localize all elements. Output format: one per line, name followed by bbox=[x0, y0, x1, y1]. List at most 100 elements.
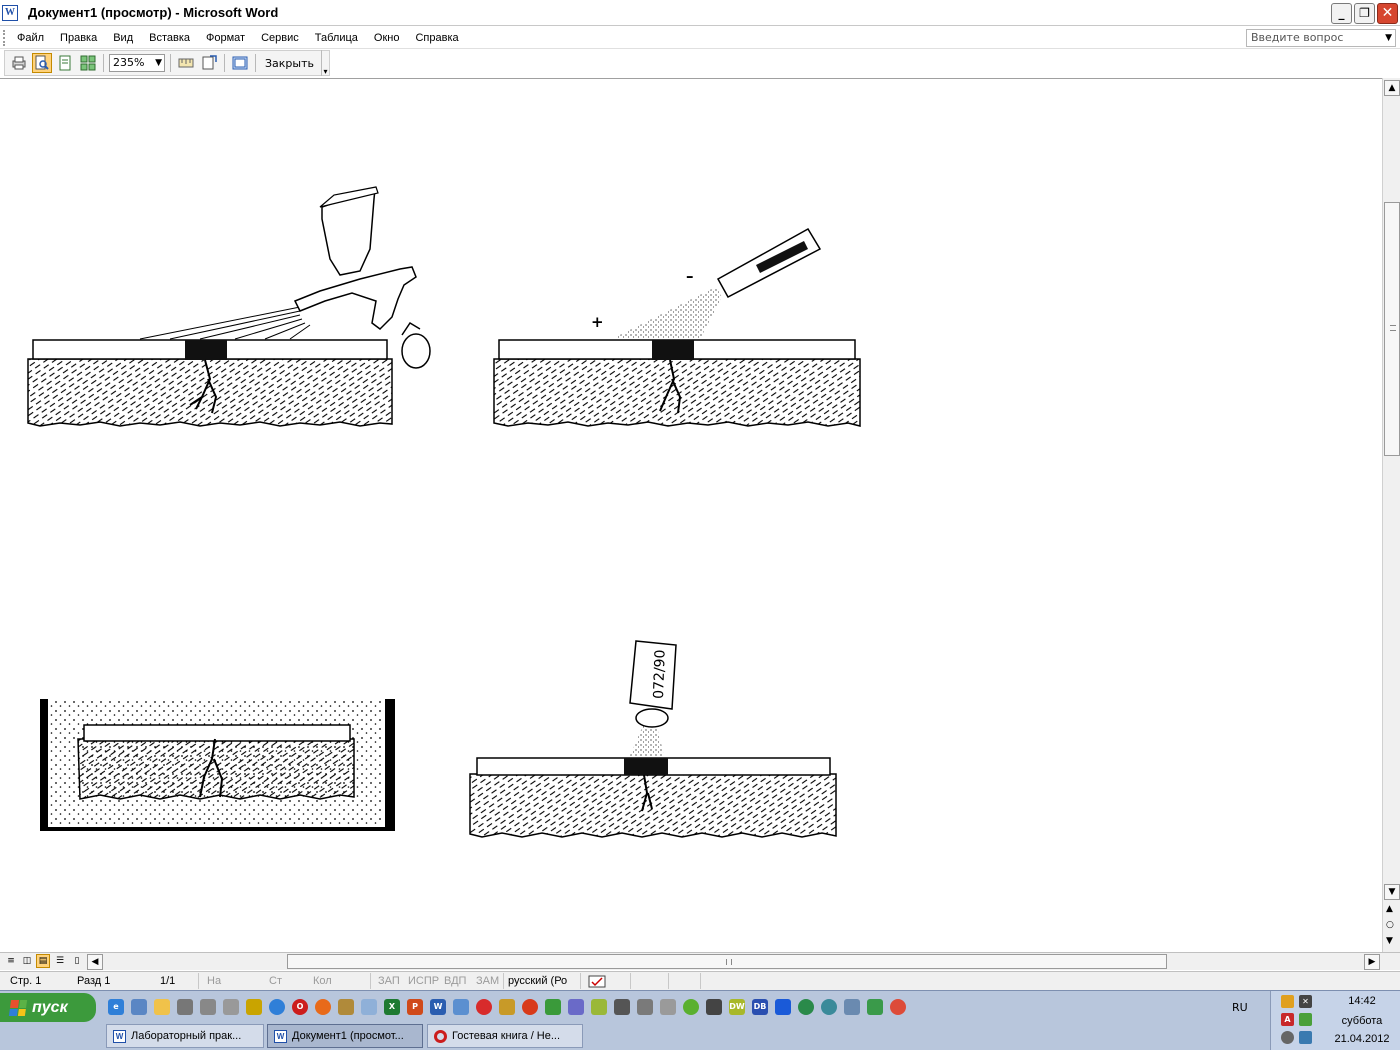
database-icon[interactable]: DB bbox=[752, 999, 768, 1015]
tray-volume-icon[interactable] bbox=[1281, 1031, 1294, 1044]
tray-app-icon[interactable] bbox=[1299, 1013, 1312, 1026]
vertical-scrollbar[interactable]: ▲ ▼ ▲ ○ ▼ bbox=[1382, 78, 1400, 952]
menu-file[interactable]: Файл bbox=[9, 32, 52, 44]
drive-icon[interactable] bbox=[223, 999, 239, 1015]
app-icon[interactable] bbox=[798, 999, 814, 1015]
tray-adobe-icon[interactable]: A bbox=[1281, 1013, 1294, 1026]
full-screen-button[interactable] bbox=[230, 53, 250, 73]
menu-insert[interactable]: Вставка bbox=[141, 32, 198, 44]
notepad-icon[interactable] bbox=[361, 999, 377, 1015]
toolbar-options-icon[interactable]: ▾ bbox=[321, 50, 329, 76]
status-overtype[interactable]: ЗАМ bbox=[476, 975, 499, 987]
app-icon[interactable] bbox=[683, 999, 699, 1015]
scroll-up-button[interactable]: ▲ bbox=[1384, 80, 1400, 96]
media-player-icon[interactable] bbox=[476, 999, 492, 1015]
menu-table[interactable]: Таблица bbox=[307, 32, 366, 44]
magnifier-button[interactable] bbox=[32, 53, 52, 73]
menu-view[interactable]: Вид bbox=[105, 32, 141, 44]
close-preview-button[interactable]: Закрыть bbox=[261, 57, 318, 70]
outline-view-icon[interactable]: ☰ bbox=[53, 954, 67, 968]
opera-icon[interactable] bbox=[522, 999, 538, 1015]
scroll-left-button[interactable]: ◀ bbox=[87, 954, 103, 970]
reading-view-icon[interactable]: ▯ bbox=[70, 954, 84, 968]
restore-button[interactable]: ❐ bbox=[1354, 3, 1375, 24]
computer-icon[interactable] bbox=[131, 999, 147, 1015]
scroll-right-button[interactable]: ▶ bbox=[1364, 954, 1380, 970]
drive-icon[interactable] bbox=[200, 999, 216, 1015]
start-button[interactable]: пуск bbox=[0, 993, 96, 1022]
globe-icon[interactable] bbox=[821, 999, 837, 1015]
chrome-icon[interactable] bbox=[890, 999, 906, 1015]
web-view-icon[interactable]: ◫ bbox=[20, 954, 34, 968]
tray-close-icon[interactable]: ✕ bbox=[1299, 995, 1312, 1008]
taskbar-button-lab[interactable]: W Лабораторный прак... bbox=[106, 1024, 264, 1048]
calculator-icon[interactable] bbox=[706, 999, 722, 1015]
powerpoint-icon[interactable]: P bbox=[407, 999, 423, 1015]
close-window-button[interactable]: ✕ bbox=[1377, 3, 1398, 24]
pen-icon[interactable] bbox=[660, 999, 676, 1015]
excel-icon[interactable]: X bbox=[384, 999, 400, 1015]
far-manager-icon[interactable] bbox=[246, 999, 262, 1015]
zoom-select[interactable]: 235% ▼ bbox=[109, 54, 165, 72]
dreamweaver-icon[interactable]: DW bbox=[729, 999, 745, 1015]
bolt-icon[interactable] bbox=[775, 999, 791, 1015]
menu-window[interactable]: Окно bbox=[366, 32, 408, 44]
previous-page-icon[interactable]: ▲ bbox=[1386, 904, 1393, 914]
one-page-button[interactable] bbox=[55, 53, 75, 73]
app-icon[interactable] bbox=[867, 999, 883, 1015]
horizontal-scroll-thumb[interactable] bbox=[287, 954, 1167, 969]
status-extend[interactable]: ВДП bbox=[444, 975, 466, 987]
language-indicator[interactable]: RU bbox=[1232, 1001, 1248, 1014]
word-icon[interactable]: W bbox=[430, 999, 446, 1015]
menu-edit[interactable]: Правка bbox=[52, 32, 105, 44]
document-area[interactable]: + – 072/90 bbox=[0, 78, 1382, 952]
folder-icon[interactable] bbox=[154, 999, 170, 1015]
taskbar-button-document1[interactable]: W Документ1 (просмот... bbox=[267, 1024, 423, 1048]
app-icon[interactable] bbox=[591, 999, 607, 1015]
next-page-icon[interactable]: ▼ bbox=[1386, 936, 1393, 946]
vertical-scroll-thumb[interactable] bbox=[1384, 202, 1400, 456]
screen: { "window": { "title": "Документ1 (просм… bbox=[0, 0, 1400, 1050]
ie-icon[interactable]: e bbox=[108, 999, 124, 1015]
view-ruler-button[interactable] bbox=[176, 53, 196, 73]
ruler-icon bbox=[178, 58, 194, 68]
window-icon[interactable] bbox=[844, 999, 860, 1015]
calculator-icon[interactable] bbox=[568, 999, 584, 1015]
menu-help[interactable]: Справка bbox=[407, 32, 466, 44]
status-rec[interactable]: ЗАП bbox=[378, 975, 400, 987]
print-preview-toolbar: 235% ▼ Закрыть ▾ bbox=[4, 50, 330, 76]
shrink-to-fit-button[interactable] bbox=[199, 53, 219, 73]
menu-tools[interactable]: Сервис bbox=[253, 32, 307, 44]
toolbar-separator bbox=[103, 54, 104, 72]
firefox-icon[interactable] bbox=[315, 999, 331, 1015]
utility-icon[interactable] bbox=[499, 999, 515, 1015]
status-separator bbox=[198, 973, 199, 989]
spelling-status-icon[interactable] bbox=[588, 975, 606, 991]
clock-time[interactable]: 14:42 bbox=[1323, 995, 1400, 1007]
status-language[interactable]: русский (Ро bbox=[508, 975, 567, 987]
taskbar-button-guestbook[interactable]: Гостевая книга / Не... bbox=[427, 1024, 583, 1048]
app-icon[interactable] bbox=[545, 999, 561, 1015]
multiple-pages-button[interactable] bbox=[78, 53, 98, 73]
browser-icon[interactable] bbox=[269, 999, 285, 1015]
print-layout-icon[interactable]: ▤ bbox=[36, 954, 50, 968]
status-line: Ст bbox=[269, 975, 282, 987]
normal-view-icon[interactable]: ≡ bbox=[4, 954, 18, 968]
opera-icon[interactable]: O bbox=[292, 999, 308, 1015]
network-icon[interactable] bbox=[614, 999, 630, 1015]
status-separator bbox=[700, 973, 701, 989]
minimize-button[interactable]: _ bbox=[1331, 3, 1352, 24]
tray-pen-icon[interactable] bbox=[1281, 995, 1294, 1008]
print-button[interactable] bbox=[9, 53, 29, 73]
menu-format[interactable]: Формат bbox=[198, 32, 253, 44]
drive-icon[interactable] bbox=[177, 999, 193, 1015]
wrench-icon[interactable] bbox=[637, 999, 653, 1015]
browse-object-icon[interactable]: ○ bbox=[1386, 920, 1394, 930]
tray-network-icon[interactable] bbox=[1299, 1031, 1312, 1044]
document-icon[interactable] bbox=[453, 999, 469, 1015]
word-doc-icon[interactable]: W bbox=[2, 4, 18, 21]
tools-icon[interactable] bbox=[338, 999, 354, 1015]
status-track-changes[interactable]: ИСПР bbox=[408, 975, 439, 987]
scroll-down-button[interactable]: ▼ bbox=[1384, 884, 1400, 900]
ask-question-input[interactable]: Введите вопрос ▼ bbox=[1246, 29, 1396, 47]
